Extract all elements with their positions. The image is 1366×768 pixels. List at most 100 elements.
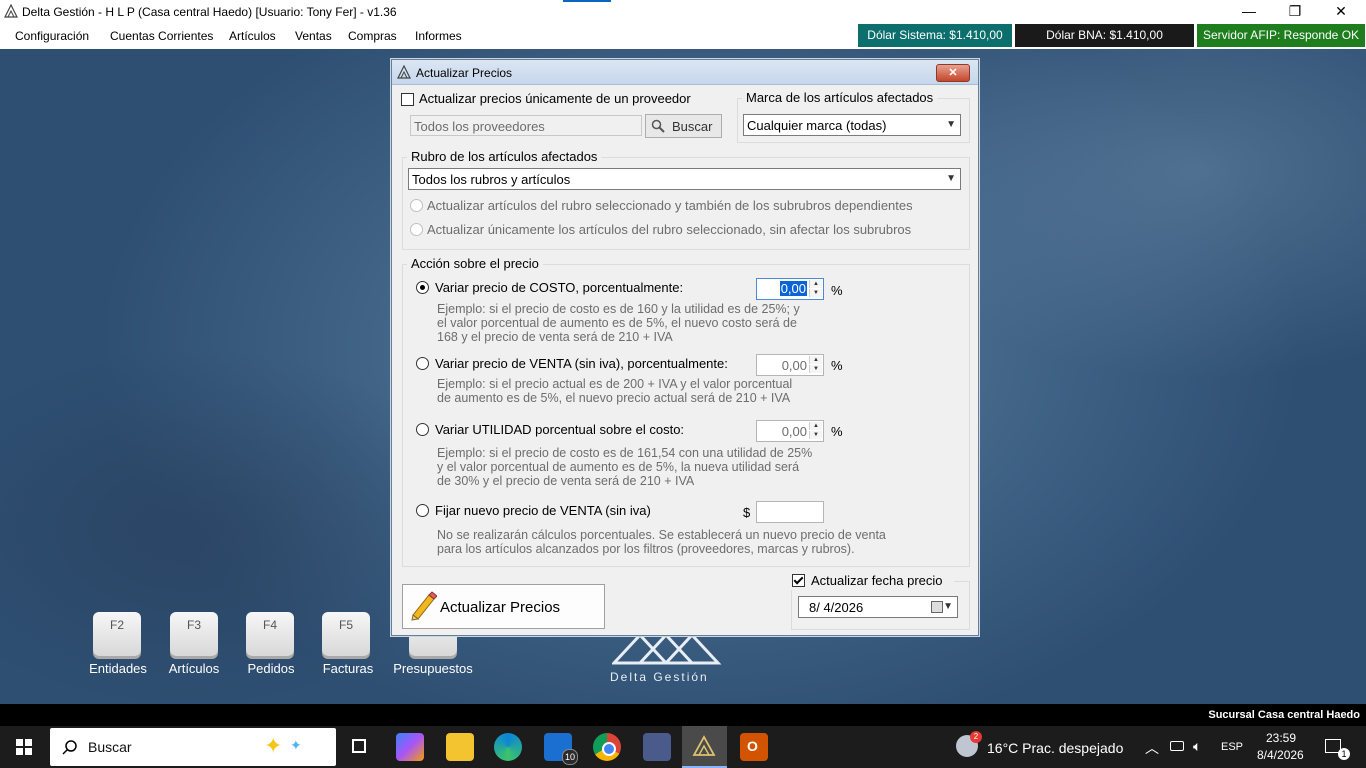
shortcut-presupuestos-label[interactable]: Presupuestos <box>388 661 478 676</box>
date-picker-value: 8/ 4/2026 <box>809 600 864 615</box>
window-title: Delta Gestión - H L P (Casa central Haed… <box>22 5 397 19</box>
fijar-radio[interactable] <box>416 504 429 517</box>
minimize-button[interactable]: — <box>1226 0 1272 24</box>
weather-text[interactable]: 16°C Prac. despejado <box>987 740 1123 756</box>
taskbar: Buscar ✦ ✦ 10 O 2 16°C Prac. despejado ︿… <box>0 726 1366 768</box>
actualizar-precios-dialog: Actualizar Precios ✕ Actualizar precios … <box>391 59 979 636</box>
taskbar-search[interactable]: Buscar ✦ ✦ <box>50 728 336 766</box>
edge-browser-icon[interactable] <box>494 733 522 761</box>
subrubros-radio[interactable] <box>410 199 423 212</box>
speaker-muted-icon[interactable]: 🔈︎ <box>1193 738 1201 755</box>
venta-radio[interactable] <box>416 357 429 370</box>
search-icon <box>62 740 77 755</box>
copilot-icon[interactable] <box>396 733 424 761</box>
mail-icon[interactable]: 10 <box>544 733 578 765</box>
venta-label[interactable]: Variar precio de VENTA (sin iva), porcen… <box>435 356 728 371</box>
provider-search-label: Buscar <box>672 119 713 134</box>
brand-group-title: Marca de los artículos afectados <box>742 90 938 105</box>
clock-time[interactable]: 23:59 <box>1266 731 1296 745</box>
only-category-radio[interactable] <box>410 223 423 236</box>
minimize-icon: — <box>1242 3 1256 19</box>
shortcut-articulos-key[interactable]: F3 <box>170 612 218 656</box>
provider-search-button[interactable]: Buscar <box>645 114 722 138</box>
taskbar-search-placeholder: Buscar <box>88 739 132 755</box>
chevron-down-icon: ▼ <box>946 173 956 184</box>
spin-down-icon[interactable]: ▼ <box>809 365 822 373</box>
costo-percent-stepper[interactable]: 0,00 ▲ ▼ <box>756 278 824 300</box>
utilidad-percent-unit: % <box>831 424 843 439</box>
menu-compras[interactable]: Compras <box>348 29 397 43</box>
provider-input-value: Todos los proveedores <box>414 119 545 134</box>
provider-only-checkbox[interactable] <box>401 93 414 106</box>
weather-badge: 2 <box>970 731 982 743</box>
spin-up-icon[interactable]: ▲ <box>809 422 822 430</box>
notifications-icon[interactable]: 1 <box>1325 739 1350 760</box>
close-icon: ✕ <box>948 67 958 79</box>
utilidad-percent-stepper[interactable]: 0,00 ▲ ▼ <box>756 420 824 442</box>
date-picker[interactable]: 8/ 4/2026 ▼ <box>798 596 958 618</box>
delta-logo-icon <box>4 4 18 18</box>
costo-label[interactable]: Variar precio de COSTO, porcentualmente: <box>435 280 683 295</box>
utilidad-radio[interactable] <box>416 423 429 436</box>
shortcut-key-label: F2 <box>109 618 124 632</box>
calendar-icon <box>931 601 943 613</box>
costo-percent-value: 0,00 <box>779 281 807 296</box>
spin-up-icon[interactable]: ▲ <box>809 356 822 364</box>
network-tool-icon[interactable] <box>643 733 671 761</box>
outlook-icon[interactable]: O <box>740 733 768 761</box>
fijar-label[interactable]: Fijar nuevo precio de VENTA (sin iva) <box>435 503 651 518</box>
shortcut-facturas-label[interactable]: Facturas <box>303 661 393 676</box>
menu-cuentas-corrientes[interactable]: Cuentas Corrientes <box>110 29 213 43</box>
notification-count: 1 <box>1338 748 1350 760</box>
category-select-value: Todos los rubros y artículos <box>412 172 571 187</box>
delta-logo-mark <box>612 633 722 665</box>
mail-badge: 10 <box>562 749 578 765</box>
chrome-browser-icon[interactable] <box>593 733 621 761</box>
costo-radio[interactable] <box>416 281 429 294</box>
fijar-price-input[interactable] <box>756 501 824 523</box>
update-prices-label: Actualizar Precios <box>440 599 561 616</box>
venta-percent-stepper[interactable]: 0,00 ▲ ▼ <box>756 354 824 376</box>
close-button[interactable]: ✕ <box>1318 0 1364 24</box>
update-date-checkbox[interactable] <box>792 574 805 587</box>
spin-down-icon[interactable]: ▼ <box>809 289 822 297</box>
utilidad-hint: Ejemplo: si el precio de costo es de 161… <box>437 446 813 488</box>
utilidad-label[interactable]: Variar UTILIDAD porcentual sobre el cost… <box>435 422 684 437</box>
spin-up-icon[interactable]: ▲ <box>809 280 822 288</box>
spin-down-icon[interactable]: ▼ <box>809 431 822 439</box>
menu-informes[interactable]: Informes <box>415 29 462 43</box>
file-explorer-icon[interactable] <box>446 733 474 761</box>
dialog-close-button[interactable]: ✕ <box>936 64 970 82</box>
update-prices-button[interactable]: Actualizar Precios <box>402 584 605 629</box>
subrubros-label[interactable]: Actualizar artículos del rubro seleccion… <box>427 198 913 213</box>
delta-gestion-taskbar-button[interactable] <box>682 726 727 768</box>
action-group-title: Acción sobre el precio <box>407 256 543 271</box>
sparkle-small-icon: ✦ <box>290 737 302 753</box>
delta-logo-text: Delta Gestión <box>610 670 709 684</box>
windows-start-icon[interactable] <box>16 739 32 755</box>
category-select[interactable]: Todos los rubros y artículos ▼ <box>408 168 961 190</box>
costo-hint: Ejemplo: si el precio de costo es de 160… <box>437 302 800 344</box>
clock-date[interactable]: 8/4/2026 <box>1257 748 1304 762</box>
utilidad-percent-value: 0,00 <box>781 424 807 439</box>
menu-configuracion[interactable]: Configuración <box>15 29 89 43</box>
brand-select[interactable]: Cualquier marca (todas) ▼ <box>743 114 961 136</box>
chevron-up-icon[interactable]: ︿ <box>1145 738 1159 758</box>
language-indicator[interactable]: ESP <box>1221 741 1243 753</box>
restore-button[interactable]: ❐ <box>1272 0 1318 24</box>
shortcut-pedidos-key[interactable]: F4 <box>246 612 294 656</box>
menu-ventas[interactable]: Ventas <box>295 29 332 43</box>
shortcut-facturas-key[interactable]: F5 <box>322 612 370 656</box>
provider-only-label[interactable]: Actualizar precios únicamente de un prov… <box>419 91 691 106</box>
battery-icon[interactable] <box>1170 741 1184 751</box>
close-icon: ✕ <box>1335 3 1347 19</box>
task-view-icon[interactable] <box>346 733 374 761</box>
shortcut-entidades-key[interactable]: F2 <box>93 612 141 656</box>
provider-input[interactable]: Todos los proveedores <box>410 115 642 136</box>
menu-articulos[interactable]: Artículos <box>229 29 276 43</box>
update-date-label[interactable]: Actualizar fecha precio <box>811 573 943 588</box>
dolar-bna-status: Dólar BNA: $1.410,00 ($1.833,00) <box>1015 24 1194 65</box>
weather-icon[interactable]: 2 <box>956 731 982 757</box>
only-category-label[interactable]: Actualizar únicamente los artículos del … <box>427 222 911 237</box>
venta-percent-value: 0,00 <box>781 358 807 373</box>
